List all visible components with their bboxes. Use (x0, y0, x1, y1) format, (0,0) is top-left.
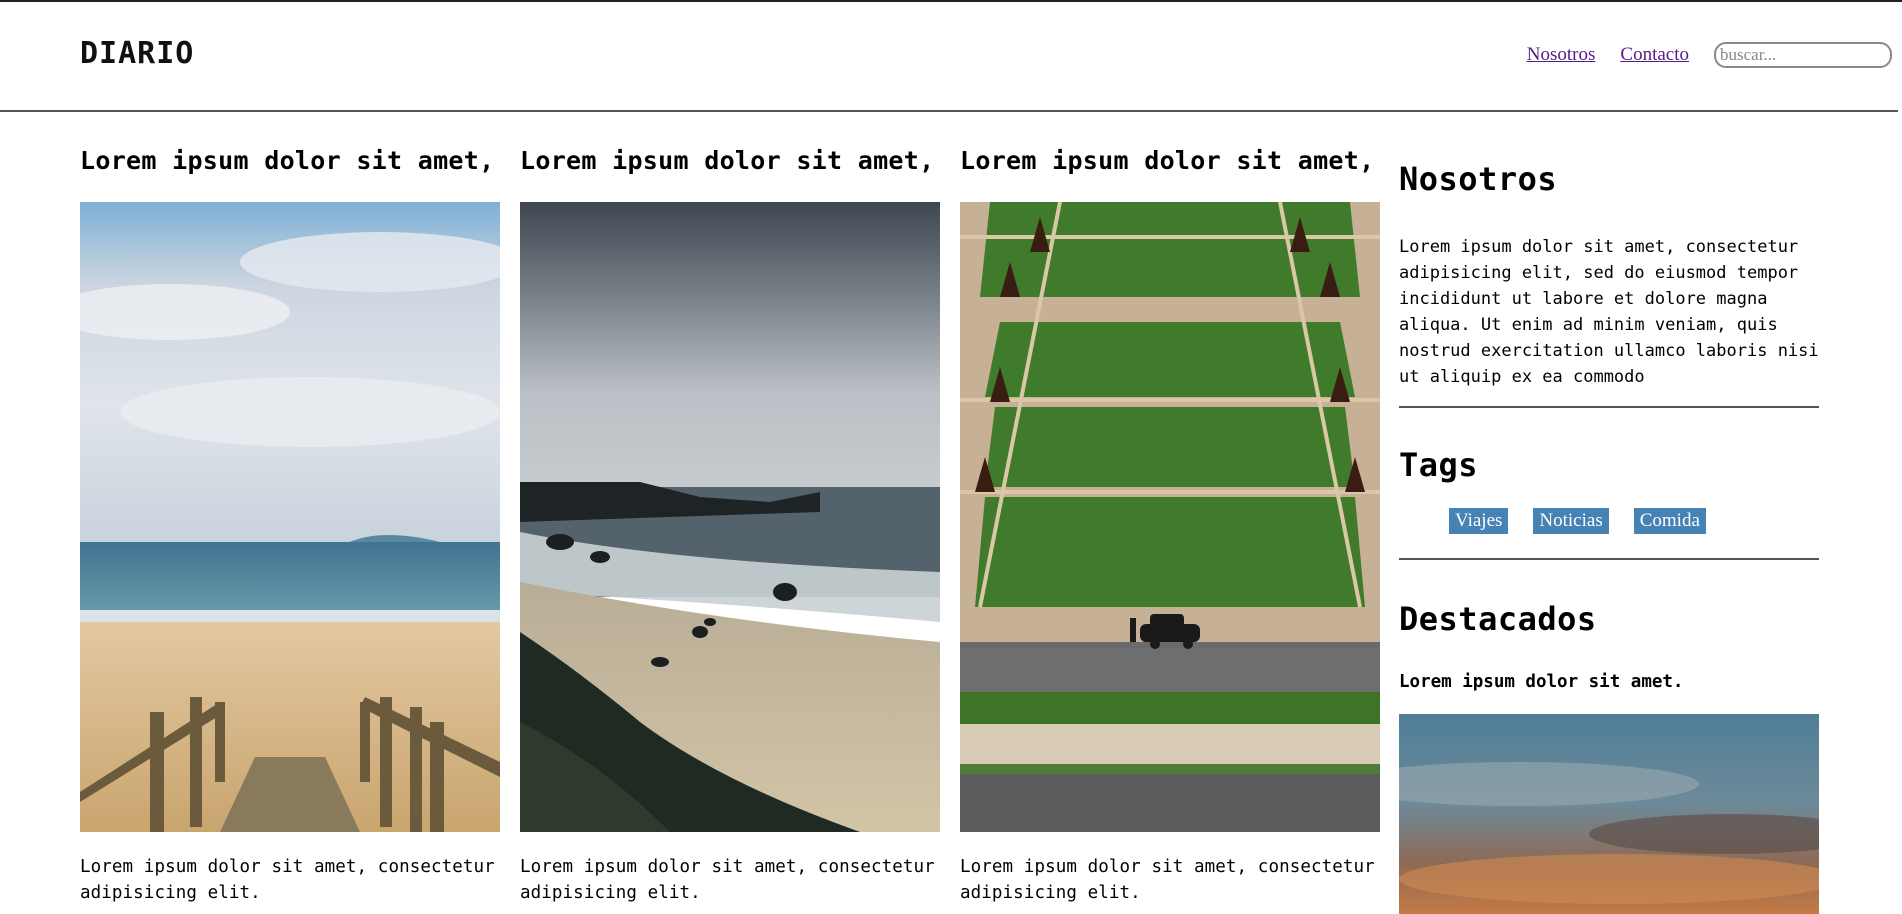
divider (1399, 558, 1819, 560)
post-excerpt: Lorem ipsum dolor sit amet, consectetur … (520, 857, 935, 903)
nav-link-nosotros[interactable]: Nosotros (1527, 44, 1596, 66)
about-text: Lorem ipsum dolor sit amet, consectetur … (1399, 237, 1819, 387)
tag-comida[interactable]: Comida (1633, 508, 1706, 534)
nav-link-contacto[interactable]: Contacto (1620, 44, 1689, 66)
tag-noticias[interactable]: Noticias (1533, 508, 1609, 534)
featured-title: Destacados (1399, 600, 1597, 638)
featured-item-title[interactable]: Lorem ipsum dolor sit amet. (1399, 672, 1819, 692)
post-title[interactable]: Lorem ipsum dolor sit amet, (960, 146, 1380, 182)
post-excerpt: Lorem ipsum dolor sit amet, consectetur … (960, 857, 1375, 903)
post-image[interactable] (520, 202, 940, 832)
search-input[interactable] (1714, 42, 1892, 68)
tags-title: Tags (1399, 446, 1479, 484)
post-image[interactable] (80, 202, 500, 832)
divider (1399, 406, 1819, 408)
post-card: Lorem ipsum dolor sit amet, Lorem ipsum … (960, 146, 1380, 903)
featured-image[interactable] (1399, 714, 1819, 914)
tag-viajes[interactable]: Viajes (1449, 508, 1509, 534)
about-title: Nosotros (1399, 160, 1558, 198)
post-title[interactable]: Lorem ipsum dolor sit amet, (520, 146, 940, 182)
post-excerpt: Lorem ipsum dolor sit amet, consectetur … (80, 857, 495, 903)
sidebar: Nosotros Lorem ipsum dolor sit amet, con… (1399, 160, 1819, 914)
post-card: Lorem ipsum dolor sit amet, Lorem ipsum … (520, 146, 940, 903)
site-header: DIARIO Nosotros Contacto (0, 2, 1898, 112)
post-card: Lorem ipsum dolor sit amet, Lorem ipsum … (80, 146, 500, 903)
main-nav: Nosotros Contacto (1527, 42, 1892, 68)
post-title[interactable]: Lorem ipsum dolor sit amet, (80, 146, 500, 182)
post-image[interactable] (960, 202, 1380, 832)
tag-list: Viajes Noticias Comida (1449, 508, 1819, 534)
site-logo[interactable]: DIARIO (80, 36, 194, 71)
